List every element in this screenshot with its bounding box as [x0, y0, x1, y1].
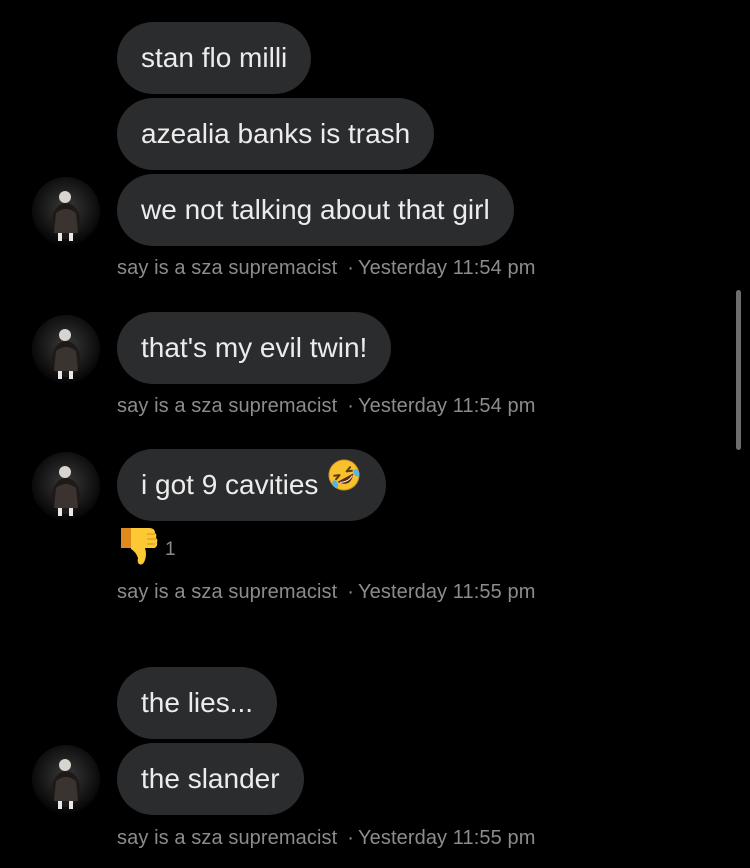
sender-name[interactable]: say is a sza supremacist	[117, 827, 337, 849]
message-text: the slander	[141, 763, 280, 794]
scrollbar[interactable]	[736, 290, 741, 450]
message-meta: say is a sza supremacist · Yesterday 11:54…	[117, 257, 536, 280]
message-text: i got 9 cavities	[141, 469, 319, 500]
message-reaction[interactable]: 1	[117, 526, 176, 570]
avatar-photo	[32, 745, 100, 813]
message-bubble[interactable]: the lies...	[117, 667, 278, 739]
avatar[interactable]	[32, 315, 100, 383]
timestamp: Yesterday 11:55 pm	[358, 827, 536, 849]
avatar-photo	[32, 452, 100, 520]
message-meta: say is a sza supremacist · Yesterday 11:55…	[117, 581, 536, 604]
avatar-photo	[32, 315, 100, 383]
reaction-count: 1	[165, 539, 176, 560]
message-text: the lies...	[141, 687, 254, 718]
message-text: we not talking about that girl	[141, 194, 490, 225]
message-bubble[interactable]: azealia banks is trash	[117, 98, 435, 170]
rolling-on-floor-laughing-icon	[326, 448, 362, 520]
message-bubble[interactable]: that's my evil twin!	[117, 312, 392, 384]
message-text: azealia banks is trash	[141, 118, 411, 149]
timestamp: Yesterday 11:54 pm	[358, 257, 536, 279]
avatar[interactable]	[32, 177, 100, 245]
message-meta: say is a sza supremacist · Yesterday 11:54…	[117, 395, 536, 418]
message-text: stan flo milli	[141, 42, 288, 73]
sender-name[interactable]: say is a sza supremacist	[117, 395, 337, 417]
message-bubble[interactable]: the slander	[117, 743, 304, 815]
separator: ·	[347, 827, 355, 849]
message-bubble[interactable]: i got 9 cavities	[117, 448, 387, 521]
timestamp: Yesterday 11:55 pm	[358, 581, 536, 603]
avatar[interactable]	[32, 745, 100, 813]
thumbs-down-icon	[117, 524, 159, 573]
avatar[interactable]	[32, 452, 100, 520]
message-text: that's my evil twin!	[141, 332, 368, 363]
avatar-photo	[32, 177, 100, 245]
separator: ·	[347, 257, 355, 279]
separator: ·	[347, 581, 355, 603]
message-meta: say is a sza supremacist · Yesterday 11:55…	[117, 827, 536, 850]
message-bubble[interactable]: we not talking about that girl	[117, 174, 514, 246]
timestamp: Yesterday 11:54 pm	[358, 395, 536, 417]
sender-name[interactable]: say is a sza supremacist	[117, 581, 337, 603]
message-bubble[interactable]: stan flo milli	[117, 22, 312, 94]
separator: ·	[347, 395, 355, 417]
sender-name[interactable]: say is a sza supremacist	[117, 257, 337, 279]
